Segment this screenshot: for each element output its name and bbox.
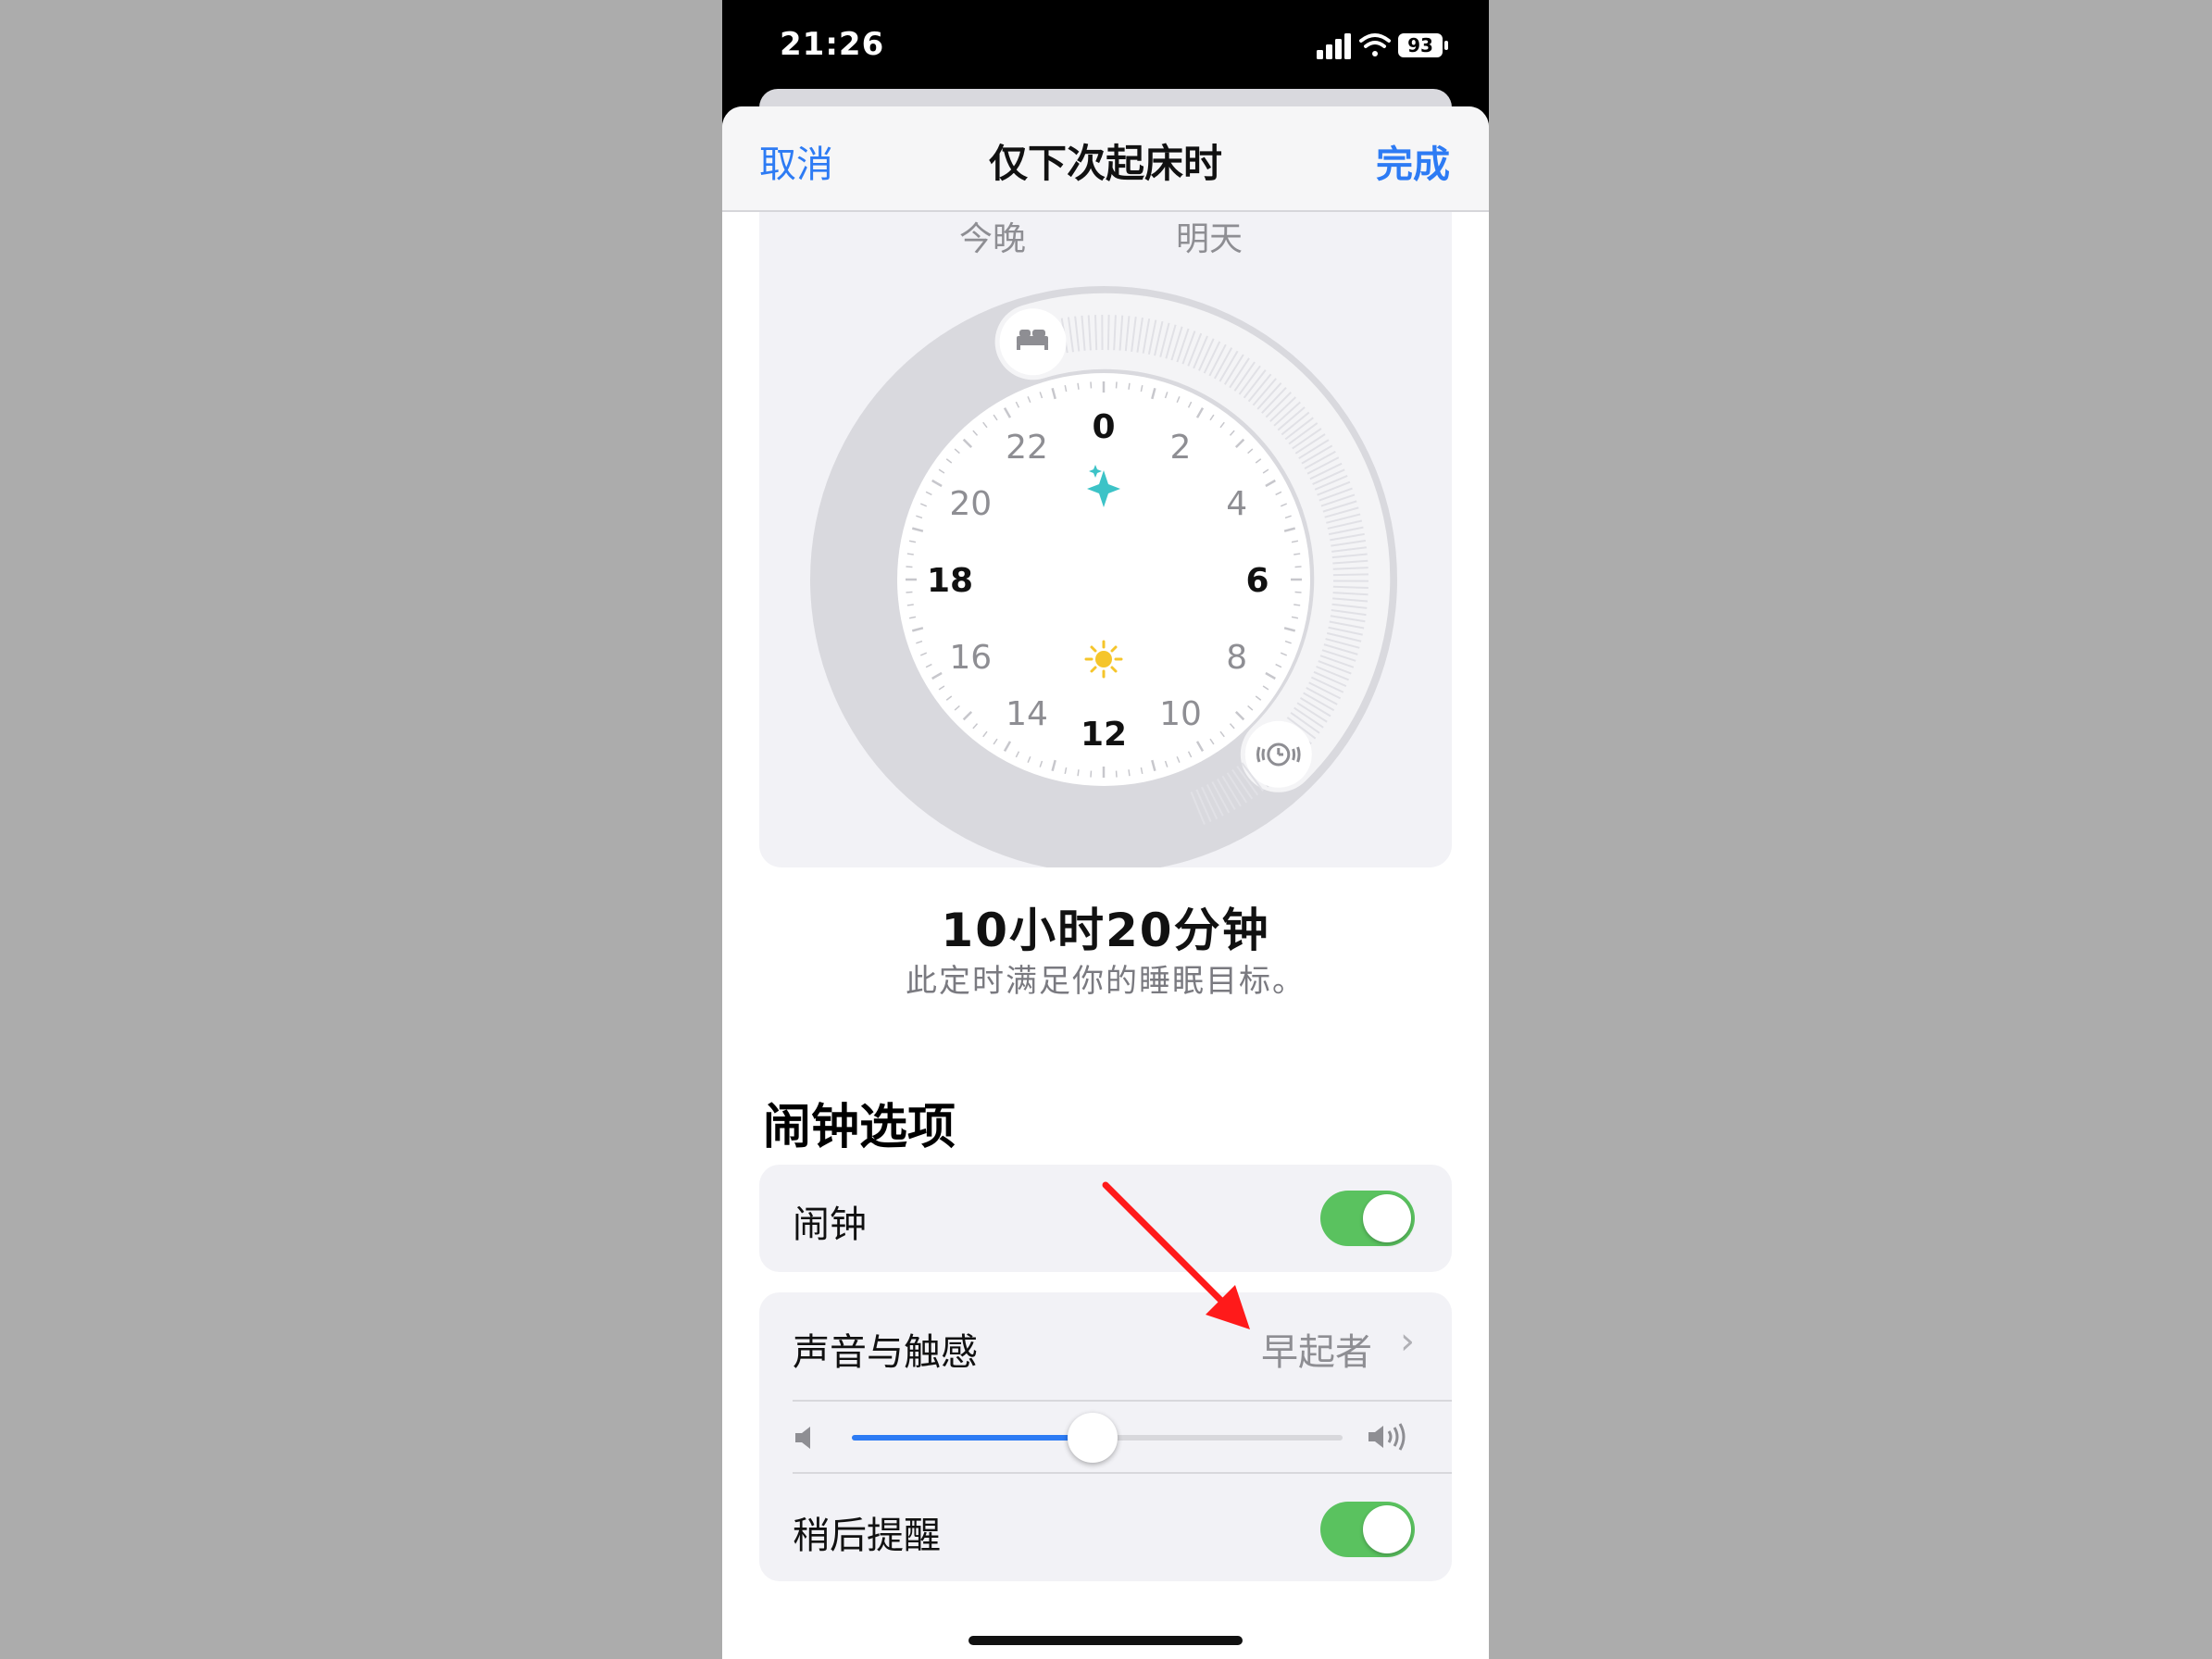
sound-group: 声音与触感 早起者 › 稍后提醒: [759, 1292, 1452, 1581]
alarm-group: 闹钟: [759, 1165, 1452, 1272]
volume-row: [759, 1402, 1452, 1472]
bedtime-handle[interactable]: [999, 308, 1067, 376]
hour-label-22: 22: [1006, 429, 1048, 467]
hour-label-12: 12: [1081, 716, 1127, 754]
divider: [793, 1472, 1452, 1474]
snooze-label: 稍后提醒: [793, 1515, 941, 1557]
clock-tick: [1077, 382, 1080, 390]
hour-label-16: 16: [949, 639, 992, 677]
battery-level: 93: [1407, 34, 1433, 56]
alarm-toggle[interactable]: [1320, 1191, 1415, 1246]
speaker-low-icon: [795, 1427, 810, 1449]
volume-slider[interactable]: [852, 1413, 1343, 1463]
arc-texture-line: [1094, 315, 1098, 351]
toggle-knob: [1363, 1505, 1411, 1553]
arc-texture-line: [1332, 573, 1368, 577]
wake-handle[interactable]: [1244, 720, 1312, 788]
status-bar: 21:26 93: [722, 0, 1489, 93]
signal-icon: [1317, 33, 1351, 59]
alarm-options-header: 闹钟选项: [763, 1100, 956, 1155]
sleep-goal-note: 此定时满足你的睡眠目标。: [906, 963, 1306, 1000]
hour-label-10: 10: [1159, 695, 1202, 733]
home-indicator: [969, 1636, 1243, 1645]
arc-texture-line: [1106, 315, 1110, 351]
clock-tick: [1128, 382, 1131, 390]
hour-label-14: 14: [1006, 695, 1048, 733]
hour-label-4: 4: [1226, 485, 1247, 523]
arc-texture-line: [1332, 585, 1368, 589]
hour-label-2: 2: [1170, 429, 1192, 467]
sleep-clock-card: 今晚 明天 0 2 4 6 8 10 12 14 16 18 20 22: [759, 212, 1452, 867]
hour-label-20: 20: [949, 485, 992, 523]
sleep-clock[interactable]: 0 24 6 8 10 12 14 16 18 20 22: [759, 212, 1452, 867]
status-time: 21:26: [780, 26, 885, 63]
speaker-high-icon: [1368, 1423, 1406, 1451]
status-icons: 93: [1317, 28, 1456, 65]
snooze-toggle[interactable]: [1320, 1502, 1415, 1557]
sound-row[interactable]: 声音与触感 早起者 ›: [759, 1292, 1452, 1400]
nav-bar: 取消 仅下次起床时 完成: [722, 106, 1489, 212]
clock-tick: [1293, 553, 1301, 555]
hour-label-0: 0: [1092, 408, 1115, 446]
sun-icon: [1084, 640, 1123, 679]
hour-label-8: 8: [1226, 639, 1247, 677]
sound-label: 声音与触感: [793, 1331, 978, 1374]
sleep-duration: 10小时20分钟: [941, 904, 1270, 957]
chevron-right-icon: ›: [1400, 1320, 1415, 1363]
volume-fill: [852, 1435, 1093, 1441]
wifi-icon: [1359, 33, 1391, 56]
clock-tick: [1128, 769, 1131, 777]
sound-value: 早起者: [1261, 1331, 1372, 1374]
clock-tick: [906, 553, 914, 555]
hour-label-18: 18: [927, 562, 973, 600]
done-button[interactable]: 完成: [1376, 134, 1450, 188]
page-title: 仅下次起床时: [988, 141, 1222, 186]
volume-thumb[interactable]: [1067, 1413, 1118, 1463]
edit-sheet: 取消 仅下次起床时 完成 今晚 明天 0 2 4 6 8 10 12 14 16 18 20 22: [722, 106, 1489, 1659]
toggle-knob: [1363, 1194, 1411, 1242]
clock-tick: [1077, 769, 1080, 777]
phone-screen: 21:26 93 取消 仅下次起床时 完成 今晚 明天 0 2 4 6 8 10…: [722, 0, 1489, 1659]
hour-label-6: 6: [1245, 562, 1268, 600]
alarm-label: 闹钟: [793, 1204, 867, 1246]
